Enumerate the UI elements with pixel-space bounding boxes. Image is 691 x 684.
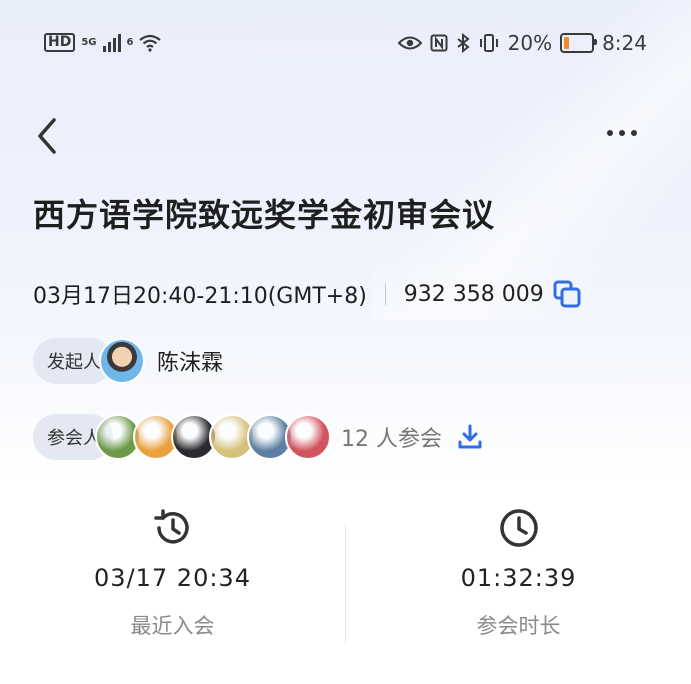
eye-icon: [397, 36, 422, 50]
wifi-gen: 6: [126, 36, 134, 48]
more-dot-icon: [607, 130, 613, 136]
copy-icon[interactable]: [552, 279, 582, 309]
participants-chip-label: 参会人: [47, 428, 101, 449]
meeting-meta: 03月17日20:40-21:10(GMT+8) 932 358 009: [33, 278, 582, 310]
participant-avatars: [95, 414, 331, 460]
divider: [384, 283, 386, 305]
status-right: 20% 8:24: [397, 31, 647, 55]
signal-icon: [102, 33, 121, 52]
meeting-datetime: 03月17日20:40-21:10(GMT+8): [33, 284, 367, 309]
vibrate-icon: [479, 34, 498, 52]
stat-duration: 01:32:39 参会时长: [346, 500, 691, 650]
download-icon[interactable]: [456, 423, 484, 451]
duration-label: 参会时长: [476, 614, 561, 638]
meeting-title: 西方语学院致远奖学金初审会议: [33, 196, 496, 234]
meeting-stats: 03/17 20:34 最近入会 01:32:39 参会时长: [0, 500, 691, 650]
bluetooth-icon: [457, 33, 470, 53]
battery-icon: [560, 33, 598, 53]
host-row[interactable]: 发起人 陈沫霖: [33, 338, 223, 384]
stat-last-join: 03/17 20:34 最近入会: [0, 500, 345, 650]
participants-row[interactable]: 参会人 12 人参会: [33, 414, 484, 460]
chevron-left-icon: [38, 118, 56, 154]
history-clock-icon: [153, 509, 189, 544]
last-join-label: 最近入会: [130, 614, 215, 638]
nfc-icon: [430, 34, 448, 52]
host-name: 陈沫霖: [157, 351, 224, 376]
back-button[interactable]: [30, 116, 66, 156]
participant-count: 12 人参会: [341, 427, 442, 452]
duration-value: 01:32:39: [460, 564, 577, 592]
wifi-icon: [139, 34, 162, 52]
status-bar: HD 5G 6 20% 8:24: [0, 0, 691, 86]
clock-icon: [499, 509, 538, 547]
network-type: 5G: [81, 36, 97, 48]
participant-avatar: [285, 414, 331, 460]
clock: 8:24: [602, 31, 647, 55]
more-options-button[interactable]: [607, 125, 643, 141]
more-dot-icon: [631, 130, 637, 136]
status-left: HD 5G 6: [44, 33, 162, 52]
host-chip-label: 发起人: [47, 352, 101, 373]
more-dot-icon: [619, 130, 625, 136]
meeting-id: 932 358 009: [403, 281, 544, 307]
last-join-value: 03/17 20:34: [94, 564, 251, 592]
battery-percent: 20%: [507, 31, 553, 55]
hd-badge: HD: [44, 33, 76, 52]
host-avatar: [99, 338, 145, 384]
